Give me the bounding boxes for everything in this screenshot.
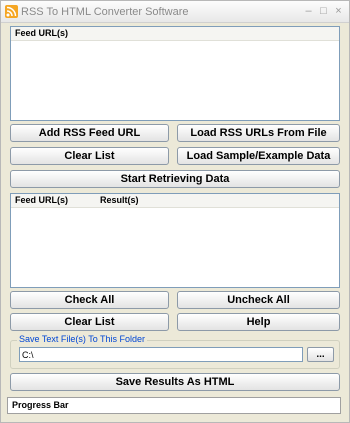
feed-url-column-header[interactable]: Feed URL(s)	[15, 28, 68, 38]
progress-bar-label: Progress Bar	[12, 400, 69, 410]
save-folder-group: Save Text File(s) To This Folder ...	[10, 334, 340, 369]
help-button[interactable]: Help	[177, 313, 340, 331]
rss-feed-icon	[5, 5, 18, 18]
title-bar[interactable]: RSS To HTML Converter Software – □ ×	[1, 1, 349, 23]
load-rss-urls-button[interactable]: Load RSS URLs From File	[177, 124, 340, 142]
minimize-icon[interactable]: –	[302, 5, 315, 18]
results-list-header: Feed URL(s) Result(s)	[11, 194, 339, 208]
results-result-column-header[interactable]: Result(s)	[100, 195, 139, 205]
results-feed-url-column-header[interactable]: Feed URL(s)	[15, 195, 68, 205]
save-results-html-button[interactable]: Save Results As HTML	[10, 373, 340, 391]
browse-folder-button[interactable]: ...	[307, 347, 334, 362]
clear-results-button[interactable]: Clear List	[10, 313, 169, 331]
save-folder-legend: Save Text File(s) To This Folder	[17, 334, 148, 344]
save-folder-path-input[interactable]	[19, 347, 303, 362]
feed-list-header: Feed URL(s)	[11, 27, 339, 41]
progress-bar: Progress Bar	[7, 397, 341, 414]
app-window: RSS To HTML Converter Software – □ × Fee…	[0, 0, 350, 423]
check-all-button[interactable]: Check All	[10, 291, 169, 309]
start-retrieving-button[interactable]: Start Retrieving Data	[10, 170, 340, 188]
add-rss-feed-button[interactable]: Add RSS Feed URL	[10, 124, 169, 142]
load-sample-data-button[interactable]: Load Sample/Example Data	[177, 147, 340, 165]
close-icon[interactable]: ×	[332, 5, 345, 18]
feed-url-list[interactable]: Feed URL(s)	[10, 26, 340, 121]
clear-list-button[interactable]: Clear List	[10, 147, 169, 165]
uncheck-all-button[interactable]: Uncheck All	[177, 291, 340, 309]
maximize-icon[interactable]: □	[317, 5, 330, 18]
window-title: RSS To HTML Converter Software	[21, 6, 189, 18]
results-list[interactable]: Feed URL(s) Result(s)	[10, 193, 340, 288]
